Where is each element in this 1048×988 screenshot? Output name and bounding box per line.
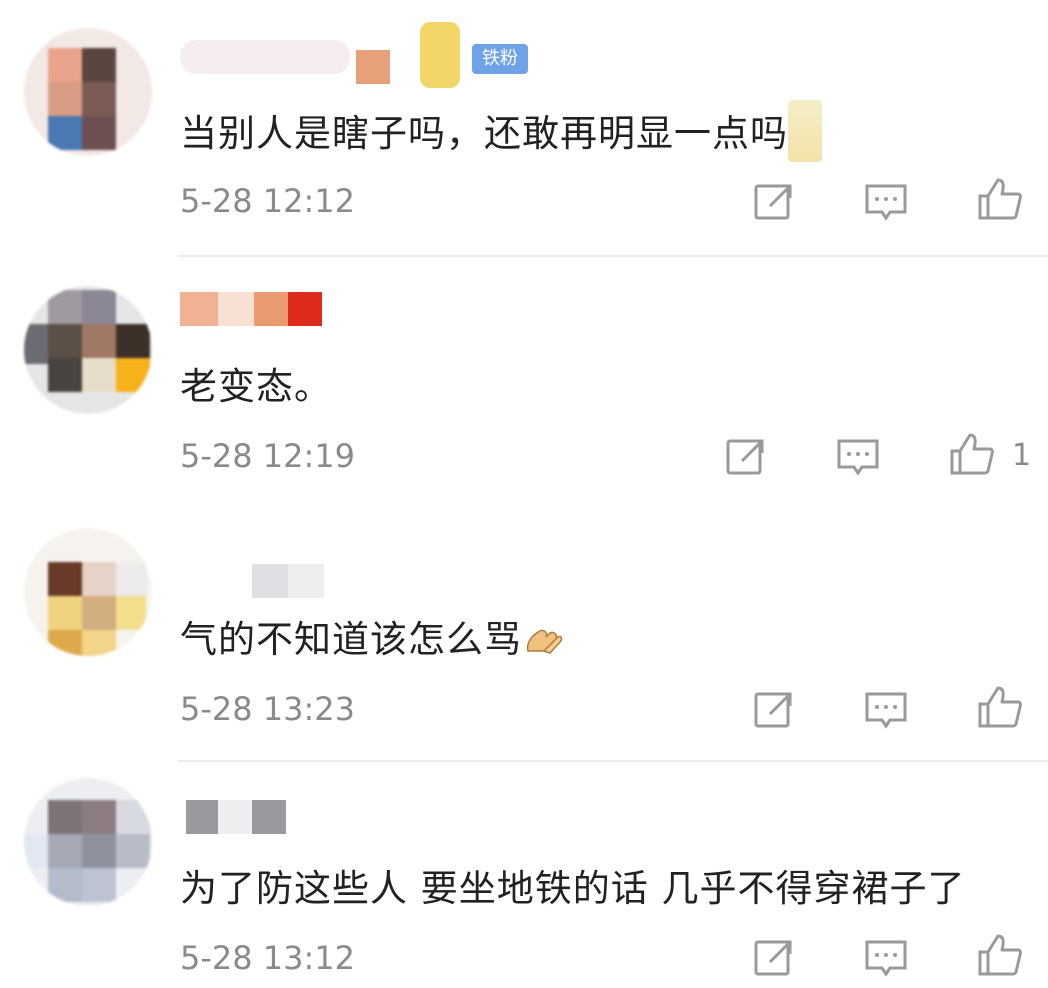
comment-timestamp: 5-28 13:23 xyxy=(180,690,356,728)
pray-emoji-icon xyxy=(524,621,564,654)
avatar[interactable] xyxy=(24,28,152,156)
comment-timestamp: 5-28 13:12 xyxy=(180,939,356,977)
comment-icon[interactable] xyxy=(860,932,912,984)
avatar[interactable] xyxy=(24,286,152,414)
comment-icon[interactable] xyxy=(860,176,912,228)
comment-timestamp: 5-28 12:19 xyxy=(180,437,356,475)
share-icon[interactable] xyxy=(748,932,800,984)
share-icon[interactable] xyxy=(748,176,800,228)
comment-text: 气的不知道该怎么骂 xyxy=(180,609,564,663)
comment-icon[interactable] xyxy=(832,431,884,483)
comment-text-content: 气的不知道该怎么骂 xyxy=(180,618,522,661)
avatar[interactable] xyxy=(24,778,152,906)
divider xyxy=(178,255,1048,257)
share-icon[interactable] xyxy=(748,684,800,736)
fan-badge: 铁粉 xyxy=(472,44,528,74)
like-count: 1 xyxy=(1012,438,1032,473)
avatar[interactable] xyxy=(24,528,152,656)
share-icon[interactable] xyxy=(720,431,772,483)
comment-text: 当别人是瞎子吗，还敢再明显一点吗 xyxy=(180,99,822,162)
divider xyxy=(178,760,1048,762)
thumbs-up-icon[interactable] xyxy=(974,682,1026,734)
comment-icon[interactable] xyxy=(860,684,912,736)
thumbs-up-icon[interactable] xyxy=(974,174,1026,226)
thumbs-up-icon[interactable] xyxy=(974,930,1026,982)
comment-timestamp: 5-28 12:12 xyxy=(180,182,356,220)
comment-text: 老变态。 xyxy=(180,365,332,408)
thumbs-up-icon[interactable] xyxy=(946,429,998,481)
comment-text-content: 当别人是瞎子吗，还敢再明显一点吗 xyxy=(180,112,788,155)
emoji-icon xyxy=(788,99,822,162)
comment-text: 为了防这些人 要坐地铁的话 几乎不得穿裙子了 xyxy=(180,867,966,910)
